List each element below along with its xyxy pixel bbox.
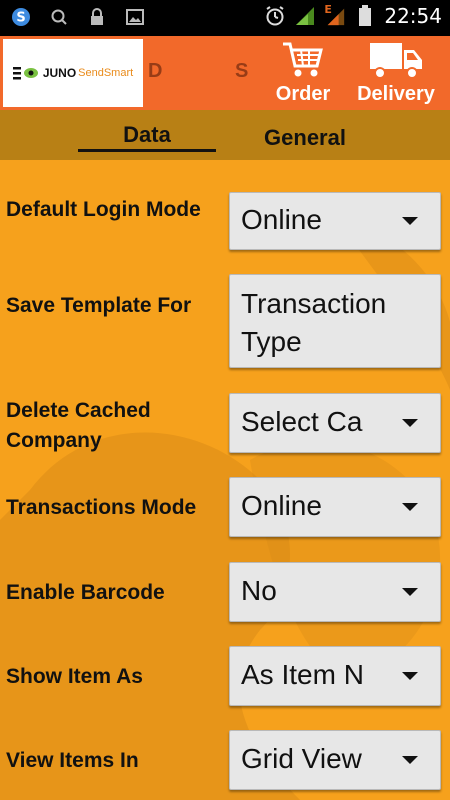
- title-fragment: D: [148, 60, 163, 82]
- enable-barcode-label: Enable Barcode: [6, 581, 165, 604]
- show-item-as-value: As Item N: [241, 659, 364, 690]
- app-logo: JUNO SendSmart: [3, 39, 143, 107]
- setting-row-delete-cached-company: Delete Cached Company Select Ca: [0, 393, 450, 453]
- setting-row-save-template-for: Save Template For Transaction Type: [0, 274, 450, 370]
- dropdown-arrow-icon: [402, 217, 418, 225]
- dropdown-arrow-icon: [402, 756, 418, 764]
- setting-row-default-login-mode: Default Login Mode Online: [0, 192, 450, 252]
- order-button[interactable]: Order: [258, 38, 348, 110]
- delivery-truck-icon: [370, 43, 422, 79]
- setting-row-show-item-as: Show Item As As Item N: [0, 646, 450, 706]
- app-bar: JUNO SendSmart D S Order Delivery: [0, 36, 450, 110]
- setting-row-view-items-in: View Items In Grid View: [0, 730, 450, 790]
- status-bar: S E 22:54: [0, 0, 450, 36]
- view-items-in-label: View Items In: [6, 749, 139, 772]
- save-template-for-value: Transaction Type: [241, 288, 387, 357]
- enable-barcode-dropdown[interactable]: No: [229, 562, 441, 622]
- setting-row-transactions-mode: Transactions Mode Online: [0, 477, 450, 537]
- settings-form: Default Login Mode Online Save Template …: [0, 160, 450, 800]
- default-login-mode-value: Online: [241, 204, 322, 235]
- lock-icon: [86, 6, 108, 28]
- clock: 22:54: [384, 4, 442, 28]
- delete-cached-company-value: Select Ca: [241, 406, 363, 437]
- tab-general[interactable]: General: [240, 110, 370, 160]
- search-icon: [48, 6, 70, 28]
- transactions-mode-dropdown[interactable]: Online: [229, 477, 441, 537]
- network-type-label: E: [324, 3, 332, 16]
- signal-edge-icon: E: [324, 3, 346, 27]
- default-login-mode-label: Default Login Mode: [6, 198, 201, 221]
- image-icon: [124, 6, 146, 28]
- order-label: Order: [275, 83, 331, 105]
- delivery-label: Delivery: [357, 83, 435, 105]
- delete-cached-company-label: Delete Cached Company: [6, 399, 151, 452]
- dropdown-arrow-icon: [402, 672, 418, 680]
- shopping-cart-icon: [283, 42, 323, 77]
- battery-icon: [354, 5, 376, 27]
- default-login-mode-dropdown[interactable]: Online: [229, 192, 441, 250]
- enable-barcode-value: No: [241, 575, 277, 606]
- save-template-for-label: Save Template For: [6, 294, 192, 317]
- view-items-in-dropdown[interactable]: Grid View: [229, 730, 441, 790]
- delete-cached-company-dropdown[interactable]: Select Ca: [229, 393, 441, 453]
- show-item-as-dropdown[interactable]: As Item N: [229, 646, 441, 706]
- tab-bar: Data General: [0, 110, 450, 160]
- menu-eye-icon: [12, 67, 38, 80]
- title-fragment: S: [235, 60, 249, 82]
- svg-text:S: S: [16, 11, 25, 26]
- signal-icon: [294, 5, 316, 27]
- transactions-mode-value: Online: [241, 490, 322, 521]
- skype-icon: S: [10, 6, 32, 28]
- view-items-in-value: Grid View: [241, 743, 362, 774]
- tab-data[interactable]: Data: [78, 110, 216, 160]
- save-template-for-dropdown[interactable]: Transaction Type: [229, 274, 441, 368]
- show-item-as-label: Show Item As: [6, 665, 143, 688]
- dropdown-arrow-icon: [402, 419, 418, 427]
- alarm-icon: [264, 5, 286, 27]
- logo-brand: JUNO: [42, 66, 77, 80]
- transactions-mode-label: Transactions Mode: [6, 496, 197, 519]
- dropdown-arrow-icon: [402, 503, 418, 511]
- dropdown-arrow-icon: [402, 588, 418, 596]
- delivery-button[interactable]: Delivery: [351, 38, 441, 110]
- logo-product: SendSmart: [78, 67, 134, 79]
- setting-row-enable-barcode: Enable Barcode No: [0, 562, 450, 622]
